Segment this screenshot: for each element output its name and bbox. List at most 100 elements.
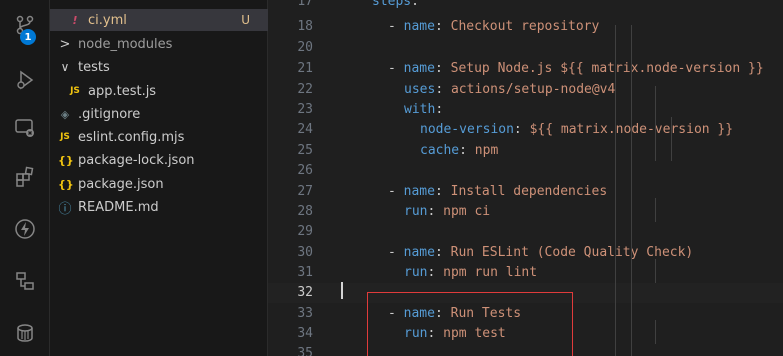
punctuation: : — [411, 0, 419, 9]
line-content: with: — [404, 100, 443, 120]
indent-guide — [655, 259, 656, 283]
yaml-value: npm — [474, 143, 499, 158]
punctuation: - — [388, 184, 404, 199]
tree-item-readme[interactable]: ⓘ README.md — [50, 196, 268, 218]
yaml-key: name — [403, 245, 435, 260]
run-debug-icon[interactable] — [0, 63, 50, 97]
javascript-file-icon: JS — [70, 86, 80, 96]
line-content: steps: — [372, 0, 419, 12]
line-content: - name: Run ESLint (Code Quality Check) — [388, 243, 693, 263]
indent-guide — [631, 25, 632, 356]
source-control-badge: 1 — [20, 29, 36, 45]
git-untracked-badge: U — [241, 13, 250, 27]
yaml-key: cache — [420, 143, 460, 158]
code-line[interactable]: 24 node-version: ${{ matrix.node-version … — [268, 120, 783, 140]
punctuation: : — [435, 102, 444, 117]
punctuation: : — [434, 245, 451, 260]
code-line[interactable]: 17 steps: — [268, 0, 783, 12]
code-line[interactable]: 30 - name: Run ESLint (Code Quality Check… — [268, 243, 783, 263]
tree-item-package-lock[interactable]: {} package-lock.json — [50, 149, 268, 171]
yaml-key: run — [404, 265, 428, 280]
punctuation: : — [435, 82, 451, 97]
annotation-highlight-box — [367, 292, 573, 356]
indent-guide — [655, 198, 656, 222]
punctuation: : — [513, 122, 530, 137]
code-line[interactable]: 21 - name: Setup Node.js ${{ matrix.node-… — [268, 59, 783, 79]
code-line[interactable]: 28 run: npm ci — [268, 202, 783, 222]
punctuation: : — [434, 61, 451, 76]
code-line[interactable]: 31 run: npm run lint — [268, 263, 783, 283]
json-file-icon: {} — [58, 153, 74, 167]
remote-explorer-icon[interactable] — [0, 111, 50, 145]
tree-item-gitignore[interactable]: ◈ .gitignore — [50, 103, 268, 125]
chevron-right-icon: > — [59, 36, 71, 52]
yaml-file-icon: ! — [72, 13, 78, 27]
code-line[interactable]: 18 - name: Checkout repository — [268, 17, 783, 37]
tree-item-label: tests — [78, 59, 110, 75]
text-cursor — [341, 282, 343, 299]
yaml-key: with — [404, 102, 436, 117]
yaml-key: node-version — [420, 122, 514, 137]
yaml-value: npm run lint — [443, 265, 538, 280]
tree-item-label: .gitignore — [78, 106, 141, 122]
line-number: 25 — [297, 143, 313, 158]
tree-item-eslint-config[interactable]: JS eslint.config.mjs — [50, 126, 268, 148]
line-number: 17 — [297, 0, 313, 9]
code-line[interactable]: 22 uses: actions/setup-node@v4 — [268, 80, 783, 100]
indent-guide — [655, 86, 656, 161]
line-number: 24 — [297, 122, 313, 137]
code-line[interactable]: 27 - name: Install dependencies — [268, 182, 783, 202]
code-line[interactable]: 25 cache: npm — [268, 141, 783, 161]
explorer-panel: ! ci.yml U > node_modules ∨ tests JS app… — [50, 0, 268, 356]
line-content: run: npm run lint — [404, 263, 537, 283]
vscode-window: 1 ! ci.yml U > node_modules ∨ tests JS a… — [0, 0, 783, 356]
code-line[interactable]: 26 — [268, 161, 783, 181]
info-icon: ⓘ — [58, 201, 72, 217]
line-number: 33 — [297, 306, 313, 321]
yaml-key: uses — [404, 82, 436, 97]
tree-item-ci-yml[interactable]: ! ci.yml U — [50, 9, 268, 31]
line-number: 27 — [297, 184, 313, 199]
yaml-value: Install dependencies — [450, 184, 608, 199]
json-file-icon: {} — [58, 177, 74, 191]
code-line[interactable]: 20 — [268, 38, 783, 58]
tree-item-label: package.json — [78, 176, 164, 192]
tree-item-node-modules[interactable]: > node_modules — [50, 33, 268, 55]
indent-guide — [615, 25, 616, 356]
line-number: 35 — [297, 346, 313, 356]
line-number: 32 — [297, 285, 313, 300]
tree-item-package-json[interactable]: {} package.json — [50, 173, 268, 195]
timeline-icon[interactable] — [0, 264, 50, 298]
line-content: - name: Install dependencies — [388, 182, 607, 202]
indent-guide — [671, 117, 672, 161]
line-content: - name: Setup Node.js ${{ matrix.node-ve… — [388, 59, 764, 79]
line-number: 22 — [297, 82, 313, 97]
database-icon[interactable] — [0, 316, 50, 350]
line-content: cache: npm — [420, 141, 498, 161]
punctuation: - — [388, 19, 404, 34]
tree-item-label: package-lock.json — [78, 152, 195, 168]
yaml-value: Setup Node.js ${{ matrix.node-version }} — [450, 61, 764, 76]
line-number: 28 — [297, 204, 313, 219]
line-number: 31 — [297, 265, 313, 280]
tree-item-app-test-js[interactable]: JS app.test.js — [50, 80, 268, 102]
code-line[interactable]: 29 — [268, 222, 783, 242]
yaml-key: name — [403, 184, 435, 199]
tree-item-label: eslint.config.mjs — [78, 129, 185, 145]
chevron-down-icon: ∨ — [60, 60, 70, 74]
yaml-value: Run ESLint (Code Quality Check) — [450, 245, 694, 260]
line-content: uses: actions/setup-node@v4 — [404, 80, 615, 100]
yaml-key: name — [403, 19, 435, 34]
tree-item-label: README.md — [78, 199, 159, 215]
punctuation: : — [434, 184, 451, 199]
extensions-icon[interactable] — [0, 160, 50, 194]
line-number: 20 — [297, 40, 313, 55]
yaml-key: name — [403, 61, 435, 76]
line-number: 34 — [297, 326, 313, 341]
line-number: 18 — [297, 19, 313, 34]
tree-item-tests[interactable]: ∨ tests — [50, 56, 268, 78]
deploy-icon[interactable] — [0, 212, 50, 246]
code-line[interactable]: 23 with: — [268, 100, 783, 120]
yaml-value: npm ci — [443, 204, 491, 219]
yaml-value: actions/setup-node@v4 — [450, 82, 616, 97]
